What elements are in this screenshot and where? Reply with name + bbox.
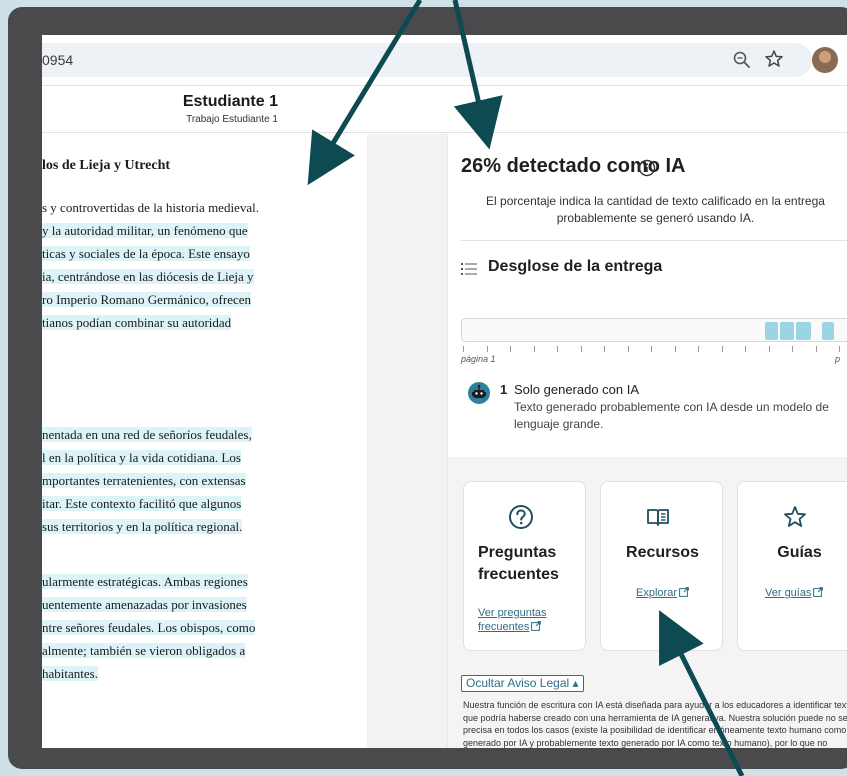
document-header: Estudiante 1 Trabajo Estudiante 1: [42, 85, 847, 133]
page-tick: [510, 346, 511, 352]
document-line-row: ntre señores feudales. Los obispos, como: [42, 618, 256, 637]
page-tick: [533, 346, 535, 352]
page-tick: [839, 346, 840, 352]
document-line-row: ticas y sociales de la época. Este ensay…: [42, 244, 250, 263]
document-line-row: s y controvertidas de la historia mediev…: [42, 198, 259, 217]
document-line-row: habitantes.: [42, 664, 98, 683]
page-tick: [604, 346, 605, 352]
zoom-icon[interactable]: [732, 50, 752, 70]
ai-only-description: Texto generado probablemente con IA desd…: [514, 400, 829, 431]
resources-card-title: Recursos: [626, 544, 699, 561]
document-line: itar. Este contexto facilitó que algunos: [42, 495, 242, 511]
page-tick: [768, 346, 770, 352]
document-viewer[interactable]: los de Lieja y Utrecht s y controvertida…: [42, 134, 367, 748]
guides-link[interactable]: Ver guías: [765, 586, 824, 600]
page-tick: [815, 346, 817, 352]
document-line-row: tianos podían combinar su autoridad: [42, 313, 232, 332]
faq-card[interactable]: Preguntas frecuentes Ver preguntas frecu…: [463, 481, 586, 651]
document-line: l en la política y la vida cotidiana. Lo…: [42, 449, 241, 465]
info-icon[interactable]: [638, 159, 656, 177]
student-name: Estudiante 1: [182, 93, 278, 110]
document-line: tianos podían combinar su autoridad: [42, 314, 232, 330]
external-link-icon: [531, 621, 542, 631]
legal-notice-text: Nuestra función de escritura con IA está…: [463, 700, 847, 748]
browser-window: 0954 Estudiante 1 Trabajo Estudiante 1 l…: [42, 35, 847, 748]
profile-avatar[interactable]: [812, 47, 838, 73]
resources-card[interactable]: Recursos Explorar: [600, 481, 723, 651]
list-icon: [461, 263, 477, 275]
page-tick: [580, 346, 582, 352]
address-bar[interactable]: 0954: [42, 43, 812, 77]
submission-breakdown-bar[interactable]: [461, 318, 847, 342]
document-line: uentemente amenazadas por invasiones: [42, 596, 247, 612]
page-tick: [463, 346, 464, 352]
page-end-label: p: [835, 354, 841, 364]
document-line: ia, centrándose en las diócesis de Lieja…: [42, 268, 254, 284]
document-title: los de Lieja y Utrecht: [42, 158, 171, 173]
document-line-row: uentemente amenazadas por invasiones: [42, 595, 247, 614]
faq-link[interactable]: Ver preguntas frecuentes: [478, 606, 578, 634]
page-tick: [698, 346, 699, 352]
explore-link[interactable]: Explorar: [601, 586, 724, 600]
resources-area: Preguntas frecuentes Ver preguntas frecu…: [448, 457, 847, 748]
document-line-row: ularmente estratégicas. Ambas regiones: [42, 572, 248, 591]
guides-card[interactable]: Guías Ver guías: [737, 481, 847, 651]
document-line-row: nentada en una red de señoríos feudales,: [42, 425, 252, 444]
document-line: ticas y sociales de la época. Este ensay…: [42, 245, 250, 261]
document-line: nentada en una red de señoríos feudales,: [42, 427, 252, 442]
url-text[interactable]: 0954: [42, 51, 73, 69]
external-link-icon: [813, 587, 824, 597]
ai-text-segment[interactable]: [780, 322, 794, 340]
document-line: y la autoridad militar, un fenómeno que: [42, 222, 248, 238]
document-line-row: y la autoridad militar, un fenómeno que: [42, 221, 248, 240]
ai-only-label[interactable]: Solo generado con IA: [514, 382, 639, 397]
document-line-row: almente; también se vieron obligados a: [42, 641, 246, 660]
document-line: ularmente estratégicas. Ambas regiones: [42, 574, 248, 589]
external-link-icon: [679, 587, 689, 597]
ai-only-count: 1: [500, 382, 508, 397]
book-icon: [647, 509, 669, 526]
page-ticks: [461, 346, 847, 354]
document-line-row: itar. Este contexto facilitó que algunos: [42, 494, 242, 513]
star-outline-icon: [784, 506, 806, 527]
page-tick: [674, 346, 676, 352]
submission-title: Trabajo Estudiante 1: [186, 114, 278, 125]
document-line-row: mportantes terratenientes, con extensas: [42, 471, 246, 490]
legal-notice-toggle[interactable]: Ocultar Aviso Legal ▴: [461, 675, 584, 692]
page-tick: [486, 346, 488, 352]
document-line-row: sus territorios y en la política regiona…: [42, 517, 243, 536]
page-start-label: página 1: [461, 354, 496, 364]
document-line-row: l en la política y la vida cotidiana. Lo…: [42, 448, 241, 467]
ai-detection-panel: 26% detectado como IA El porcentaje indi…: [447, 134, 847, 748]
bookmark-star-icon[interactable]: [764, 49, 784, 69]
ai-text-segment[interactable]: [796, 322, 811, 340]
guides-card-title: Guías: [777, 544, 822, 561]
ai-text-segment[interactable]: [822, 322, 834, 340]
page-tick: [627, 346, 629, 352]
page-tick: [651, 346, 652, 352]
document-line-row: ro Imperio Romano Germánico, ofrecen: [42, 290, 252, 309]
document-line: s y controvertidas de la historia mediev…: [42, 200, 259, 215]
detection-description: El porcentaje indica la cantidad de text…: [486, 194, 825, 225]
faq-card-title: Preguntas frecuentes: [478, 544, 559, 583]
document-line: mportantes terratenientes, con extensas: [42, 472, 246, 488]
pane-gutter: [367, 134, 447, 748]
breakdown-title: Desglose de la entrega: [488, 258, 663, 275]
address-bar-area: 0954: [42, 35, 847, 85]
page-tick: [721, 346, 723, 352]
divider: [461, 240, 847, 241]
document-line: ntre señores feudales. Los obispos, como: [42, 619, 256, 635]
page-tick: [557, 346, 558, 352]
robot-icon: [468, 382, 490, 404]
ai-text-segment[interactable]: [764, 322, 778, 340]
document-line-row: ia, centrándose en las diócesis de Lieja…: [42, 267, 254, 286]
page-tick: [792, 346, 793, 352]
document-line: almente; también se vieron obligados a: [42, 642, 246, 658]
document-line: sus territorios y en la política regiona…: [42, 518, 243, 534]
question-circle-icon: [509, 505, 533, 529]
page-tick: [745, 346, 746, 352]
document-line: ro Imperio Romano Germánico, ofrecen: [42, 291, 252, 307]
document-line: habitantes.: [42, 665, 98, 681]
